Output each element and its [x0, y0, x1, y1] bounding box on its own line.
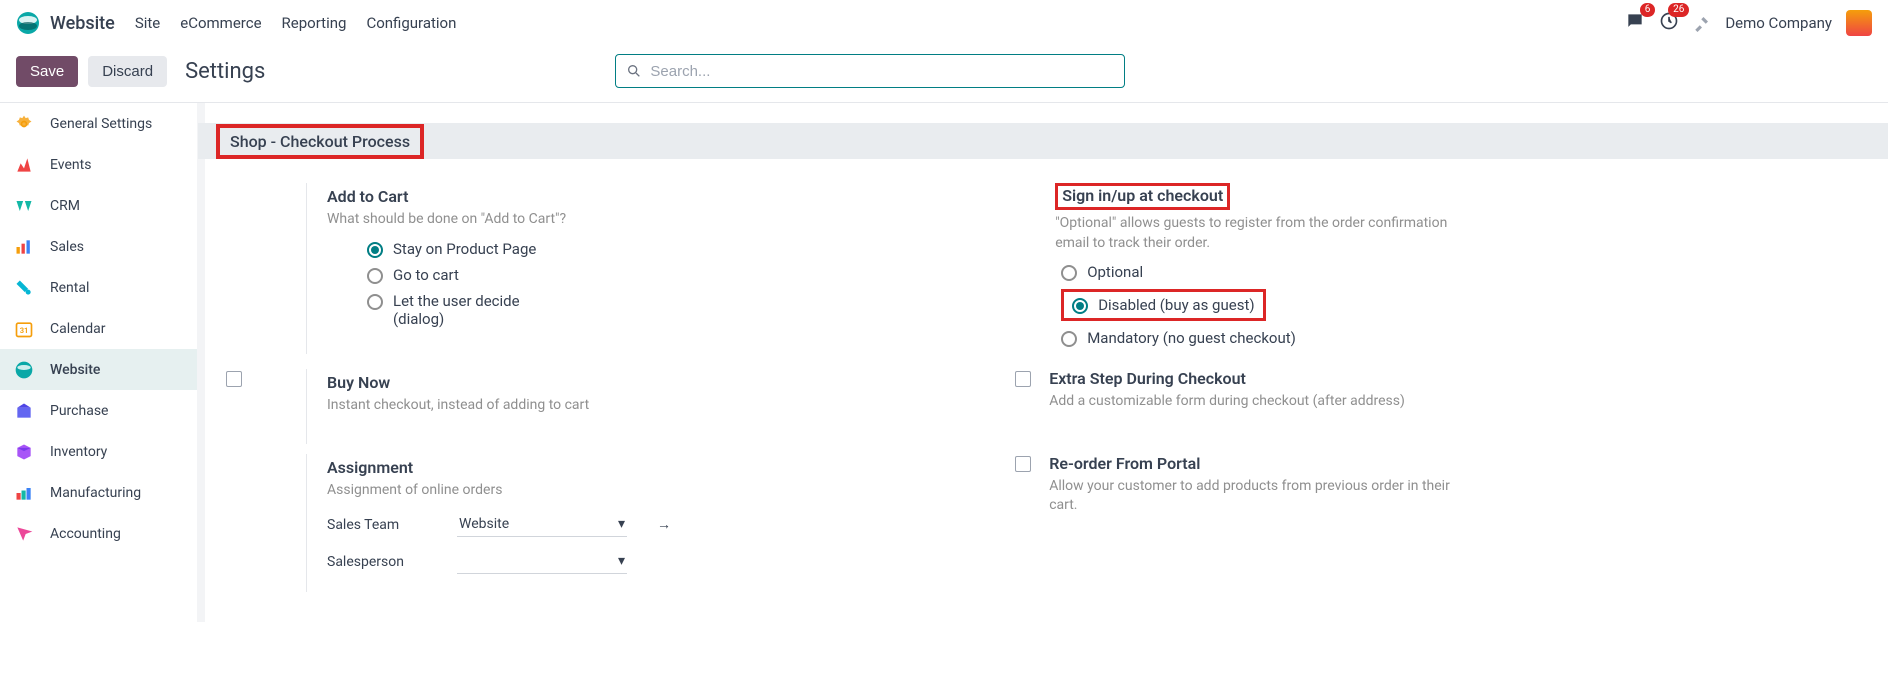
- signin-disabled-highlight: Disabled (buy as guest): [1061, 289, 1265, 321]
- radio-icon: [367, 242, 383, 258]
- assignment-title: Assignment: [327, 458, 1009, 477]
- discard-button[interactable]: Discard: [88, 56, 167, 87]
- sidebar-item-accounting[interactable]: Accounting: [0, 513, 197, 554]
- extra-step-checkbox[interactable]: [1015, 371, 1031, 387]
- manufacturing-icon: [14, 483, 34, 503]
- sidebar-item-label: Rental: [50, 280, 89, 296]
- menu-ecommerce[interactable]: eCommerce: [180, 14, 261, 32]
- app-name[interactable]: Website: [50, 13, 115, 34]
- sidebar-item-sales[interactable]: Sales: [0, 226, 197, 267]
- chevron-down-icon: ▾: [618, 516, 625, 532]
- sidebar-item-general-settings[interactable]: General Settings: [0, 103, 197, 144]
- sidebar-item-manufacturing[interactable]: Manufacturing: [0, 472, 197, 513]
- reorder-checkbox[interactable]: [1015, 456, 1031, 472]
- sidebar-item-events[interactable]: Events: [0, 144, 197, 185]
- company-selector[interactable]: Demo Company: [1725, 14, 1832, 32]
- extra-step-sub: Add a customizable form during checkout …: [1049, 392, 1469, 412]
- menu-site[interactable]: Site: [135, 14, 160, 32]
- sidebar-item-purchase[interactable]: Purchase: [0, 390, 197, 431]
- radio-label: Let the user decide (dialog): [393, 292, 533, 328]
- menu-configuration[interactable]: Configuration: [366, 14, 456, 32]
- sidebar-item-label: Inventory: [50, 444, 107, 460]
- salesperson-select[interactable]: ▾: [457, 549, 627, 574]
- sidebar-item-label: Accounting: [50, 526, 121, 542]
- sidebar-item-label: Purchase: [50, 403, 108, 419]
- signin-sub: "Optional" allows guests to register fro…: [1055, 214, 1475, 253]
- assignment-sub: Assignment of online orders: [327, 481, 747, 501]
- radio-mandatory[interactable]: Mandatory (no guest checkout): [1061, 329, 1820, 347]
- chat-button[interactable]: 6: [1625, 11, 1645, 35]
- sidebar-item-label: Sales: [50, 239, 84, 255]
- sales-team-label: Sales Team: [327, 517, 427, 533]
- sidebar-item-label: General Settings: [50, 116, 152, 132]
- sales-team-link[interactable]: →: [657, 516, 671, 533]
- sidebar-item-label: Manufacturing: [50, 485, 141, 501]
- extra-step-title: Extra Step During Checkout: [1049, 369, 1820, 388]
- search-box[interactable]: [615, 54, 1125, 88]
- add-to-cart-sub: What should be done on "Add to Cart"?: [327, 210, 747, 230]
- activities-button[interactable]: 26: [1659, 11, 1679, 35]
- radio-label: Mandatory (no guest checkout): [1087, 329, 1296, 347]
- sales-team-select[interactable]: Website ▾: [457, 512, 627, 537]
- rental-icon: [14, 278, 34, 298]
- website-icon: [14, 360, 34, 380]
- section-title: Shop - Checkout Process: [216, 124, 424, 159]
- radio-disabled[interactable]: Disabled (buy as guest): [1072, 296, 1254, 314]
- sales-icon: [14, 237, 34, 257]
- sidebar-item-label: CRM: [50, 198, 80, 214]
- reorder-sub: Allow your customer to add products from…: [1049, 477, 1469, 516]
- sidebar-item-rental[interactable]: Rental: [0, 267, 197, 308]
- sidebar-item-crm[interactable]: CRM: [0, 185, 197, 226]
- chevron-down-icon: ▾: [618, 553, 625, 569]
- sidebar-item-website[interactable]: Website: [0, 349, 197, 390]
- salesperson-label: Salesperson: [327, 554, 427, 570]
- radio-label: Go to cart: [393, 266, 459, 284]
- radio-icon: [367, 294, 383, 310]
- calendar-icon: 31: [14, 319, 34, 339]
- accounting-icon: [14, 524, 34, 544]
- sales-team-value: Website: [459, 516, 509, 532]
- radio-icon: [1061, 331, 1077, 347]
- buy-now-checkbox[interactable]: [226, 371, 242, 387]
- events-icon: [14, 155, 34, 175]
- reorder-title: Re-order From Portal: [1049, 454, 1820, 473]
- purchase-icon: [14, 401, 34, 421]
- add-to-cart-title: Add to Cart: [327, 187, 1009, 206]
- radio-icon: [1072, 298, 1088, 314]
- inventory-icon: [14, 442, 34, 462]
- radio-go-to-cart[interactable]: Go to cart: [367, 266, 1009, 284]
- radio-stay-on-page[interactable]: Stay on Product Page: [367, 240, 1009, 258]
- sidebar-item-label: Calendar: [50, 321, 106, 337]
- signin-title-highlight: Sign in/up at checkout: [1055, 183, 1230, 210]
- sidebar-item-inventory[interactable]: Inventory: [0, 431, 197, 472]
- radio-label: Disabled (buy as guest): [1098, 296, 1254, 314]
- sidebar-item-label: Website: [50, 362, 100, 378]
- radio-icon: [367, 268, 383, 284]
- sidebar-item-calendar[interactable]: 31 Calendar: [0, 308, 197, 349]
- page-title: Settings: [185, 59, 265, 84]
- radio-optional[interactable]: Optional: [1061, 263, 1820, 281]
- activities-badge: 26: [1668, 3, 1689, 17]
- radio-icon: [1061, 265, 1077, 281]
- crm-icon: [14, 196, 34, 216]
- save-button[interactable]: Save: [16, 56, 78, 87]
- settings-sidebar: General Settings Events CRM Sales Rental…: [0, 103, 198, 622]
- buy-now-sub: Instant checkout, instead of adding to c…: [327, 396, 747, 416]
- tools-icon[interactable]: [1693, 14, 1711, 32]
- chat-badge: 6: [1640, 3, 1656, 17]
- radio-label: Stay on Product Page: [393, 240, 536, 258]
- search-icon: [626, 63, 642, 79]
- signin-title: Sign in/up at checkout: [1062, 186, 1223, 205]
- app-logo-icon: [16, 11, 40, 35]
- menu-reporting[interactable]: Reporting: [282, 14, 347, 32]
- search-input[interactable]: [650, 63, 1114, 80]
- user-avatar[interactable]: [1846, 10, 1872, 36]
- gear-icon: [14, 114, 34, 134]
- sidebar-item-label: Events: [50, 157, 91, 173]
- svg-text:31: 31: [20, 326, 29, 335]
- radio-label: Optional: [1087, 263, 1143, 281]
- radio-user-decide[interactable]: Let the user decide (dialog): [367, 292, 1009, 328]
- buy-now-title: Buy Now: [327, 373, 1009, 392]
